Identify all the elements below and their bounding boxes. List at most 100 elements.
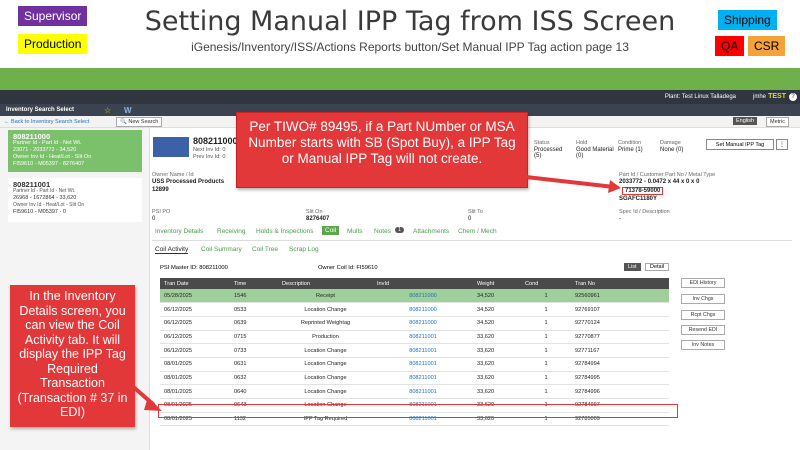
col-cond[interactable]: Cond	[521, 278, 571, 289]
part-value[interactable]: 2033772 - 0.0472 x 44 x 0 x 0	[619, 179, 699, 185]
rcpt-chgs-button[interactable]: Rcpt Chgs	[681, 310, 725, 320]
cell-weight: 34,520	[473, 316, 521, 331]
slit-on-value[interactable]: 8276407	[306, 216, 329, 222]
subtab-coil-tree[interactable]: Coil Tree	[252, 246, 278, 253]
plant-selector[interactable]: Plant: Test Linux Talladega	[665, 94, 736, 100]
metric-toggle[interactable]: Metric	[766, 117, 789, 127]
set-manual-ipp-tag-button[interactable]: Set Manual IPP Tag	[706, 139, 774, 150]
card-line: 26968 - 1672864 - 33,620	[13, 195, 77, 201]
owner-coil-id: Owner Coil Id: FI59610	[318, 265, 378, 271]
table-row[interactable]: 08/01/2025 0631 Location Change 808211001 33…	[160, 357, 669, 372]
spec-label: Spec Id / Description	[619, 209, 670, 215]
tab-attachments[interactable]: Attachments	[413, 228, 449, 235]
next-inv-id: Next Inv Id: 0	[193, 147, 226, 153]
edi-history-button[interactable]: EDI History	[681, 278, 725, 288]
col-time[interactable]: Time	[230, 278, 278, 289]
tab-coil[interactable]: Coil	[322, 226, 340, 235]
cell-weight: 33,620	[473, 357, 521, 372]
part-label: Part Id / Customer Part No / Metal Type	[619, 172, 716, 178]
card-line: Partner Id - Part Id - Net Wt.	[13, 140, 82, 146]
owner-id[interactable]: 12899	[152, 187, 169, 193]
card-title: 808211001	[13, 180, 51, 189]
cell-invid[interactable]: 808211001	[373, 384, 473, 399]
actions-menu-button[interactable]: ⋮	[776, 139, 788, 150]
cell-weight: 34,520	[473, 289, 521, 304]
cell-time: 0733	[230, 343, 278, 358]
env-label: TEST	[768, 93, 786, 100]
customer-part-no[interactable]: 71378-59000	[622, 187, 664, 195]
col-description[interactable]: Description	[278, 278, 373, 289]
table-row[interactable]: 08/01/2025 0632 Location Change 808211001 33…	[160, 371, 669, 386]
cell-tran-date: 08/01/2025	[160, 371, 230, 386]
card-line: Owner Inv Id - Heat/Lot - Slit On	[13, 202, 85, 208]
card-title: 808211000	[13, 132, 51, 141]
callout-coil-activity-note: In the Inventory Details screen, you can…	[10, 285, 135, 427]
table-row[interactable]: 06/12/2025 0715 Production 808211001 33,620 1…	[160, 330, 669, 345]
tab-chem-mech[interactable]: Chem / Mech	[458, 228, 497, 235]
tab-notes[interactable]: Notes	[374, 228, 391, 235]
cell-time: 1546	[230, 289, 278, 304]
cell-description: Location Change	[278, 357, 373, 372]
tab-receiving[interactable]: Receiving	[217, 228, 246, 235]
table-row[interactable]: 06/12/2025 0533 Location Change 808211000 34…	[160, 302, 669, 317]
user-menu[interactable]: jmhe	[753, 94, 766, 100]
star-icon[interactable]: ☆	[104, 106, 111, 115]
cell-description: Production	[278, 330, 373, 345]
cell-invid[interactable]: 808211000	[373, 316, 473, 331]
hold-label: Hold	[576, 140, 588, 146]
psi-po-value: 0	[152, 216, 156, 222]
cell-description: Reprinted Weightag	[278, 316, 373, 331]
back-link[interactable]: ← Back to Inventory Search Select	[4, 119, 89, 125]
result-card-selected[interactable]: 808211000 Partner Id - Part Id - Net Wt.…	[8, 130, 142, 172]
inv-chgs-button[interactable]: Inv Chgs	[681, 294, 725, 304]
tab-mults[interactable]: Mults	[347, 228, 363, 235]
cell-cond: 1	[521, 330, 571, 345]
inventory-id: 808211000	[193, 136, 238, 146]
w-icon[interactable]: W	[124, 106, 132, 115]
cell-invid[interactable]: 808211000	[373, 289, 473, 304]
card-line: Owner Inv Id - Heat/Lot - Slit On	[13, 154, 92, 160]
role-badge-csr: CSR	[748, 36, 786, 56]
screen-title: Inventory Search Select	[6, 107, 75, 113]
slide-subtitle: iGenesis/Inventory/ISS/Actions Reports b…	[191, 40, 629, 54]
col-invid[interactable]: InvId	[373, 278, 473, 289]
subtab-coil-summary[interactable]: Coil Summary	[201, 246, 242, 253]
cell-description: Location Change	[278, 371, 373, 386]
col-weight[interactable]: Weight	[473, 278, 521, 289]
col-tran-date[interactable]: Tran Date	[160, 278, 230, 289]
table-row[interactable]: 06/12/2025 0733 Location Change 808211001 33…	[160, 343, 669, 358]
slit-to-value: 0	[468, 216, 472, 222]
coil-icon	[153, 137, 189, 157]
damage-label: Damage	[660, 140, 681, 146]
col-tran-no[interactable]: Tran No	[571, 278, 669, 289]
tab-holds-inspections[interactable]: Holds & Inspections	[256, 228, 313, 235]
new-search-button[interactable]: 🔍 New Search	[116, 117, 163, 127]
inv-notes-button[interactable]: Inv Notes	[681, 340, 725, 350]
cell-invid[interactable]: 808211000	[373, 302, 473, 317]
table-row[interactable]: 08/01/2025 0640 Location Change 808211001 33…	[160, 384, 669, 399]
english-toggle[interactable]: English	[733, 117, 758, 125]
detail-view-button[interactable]: Detail	[645, 263, 670, 271]
notes-count-badge: 1	[395, 227, 405, 233]
owner-name[interactable]: USS Processed Products	[152, 179, 224, 185]
condition-value: Prime (1)	[618, 147, 643, 153]
cell-time: 0533	[230, 302, 278, 317]
status-label: Status	[534, 140, 550, 146]
list-view-button[interactable]: List	[624, 263, 641, 271]
resend-edi-button[interactable]: Resend EDI	[681, 325, 725, 335]
help-icon[interactable]: ?	[789, 93, 797, 101]
cell-invid[interactable]: 808211001	[373, 343, 473, 358]
arrow-to-ipp-row	[128, 382, 162, 411]
cell-description: Location Change	[278, 343, 373, 358]
cell-invid[interactable]: 808211001	[373, 357, 473, 372]
table-row[interactable]: 05/28/2025 1546 Receipt 808211000 34,520 1 925…	[160, 289, 669, 304]
cell-invid[interactable]: 808211001	[373, 330, 473, 345]
subtab-coil-activity[interactable]: Coil Activity	[155, 246, 189, 254]
tab-inventory-details[interactable]: Inventory Details	[155, 228, 203, 235]
result-card[interactable]: 808211001 Partner Id - Part Id - Net Wt.…	[8, 178, 142, 222]
subtab-scrap-log[interactable]: Scrap Log	[289, 246, 319, 253]
card-line: 23071 - 2033772 - 34,520	[13, 147, 77, 153]
cell-invid[interactable]: 808211001	[373, 371, 473, 386]
metal-type[interactable]: SGAFC1180Y	[619, 196, 657, 202]
table-row[interactable]: 06/12/2025 0639 Reprinted Weightag 80821100…	[160, 316, 669, 331]
